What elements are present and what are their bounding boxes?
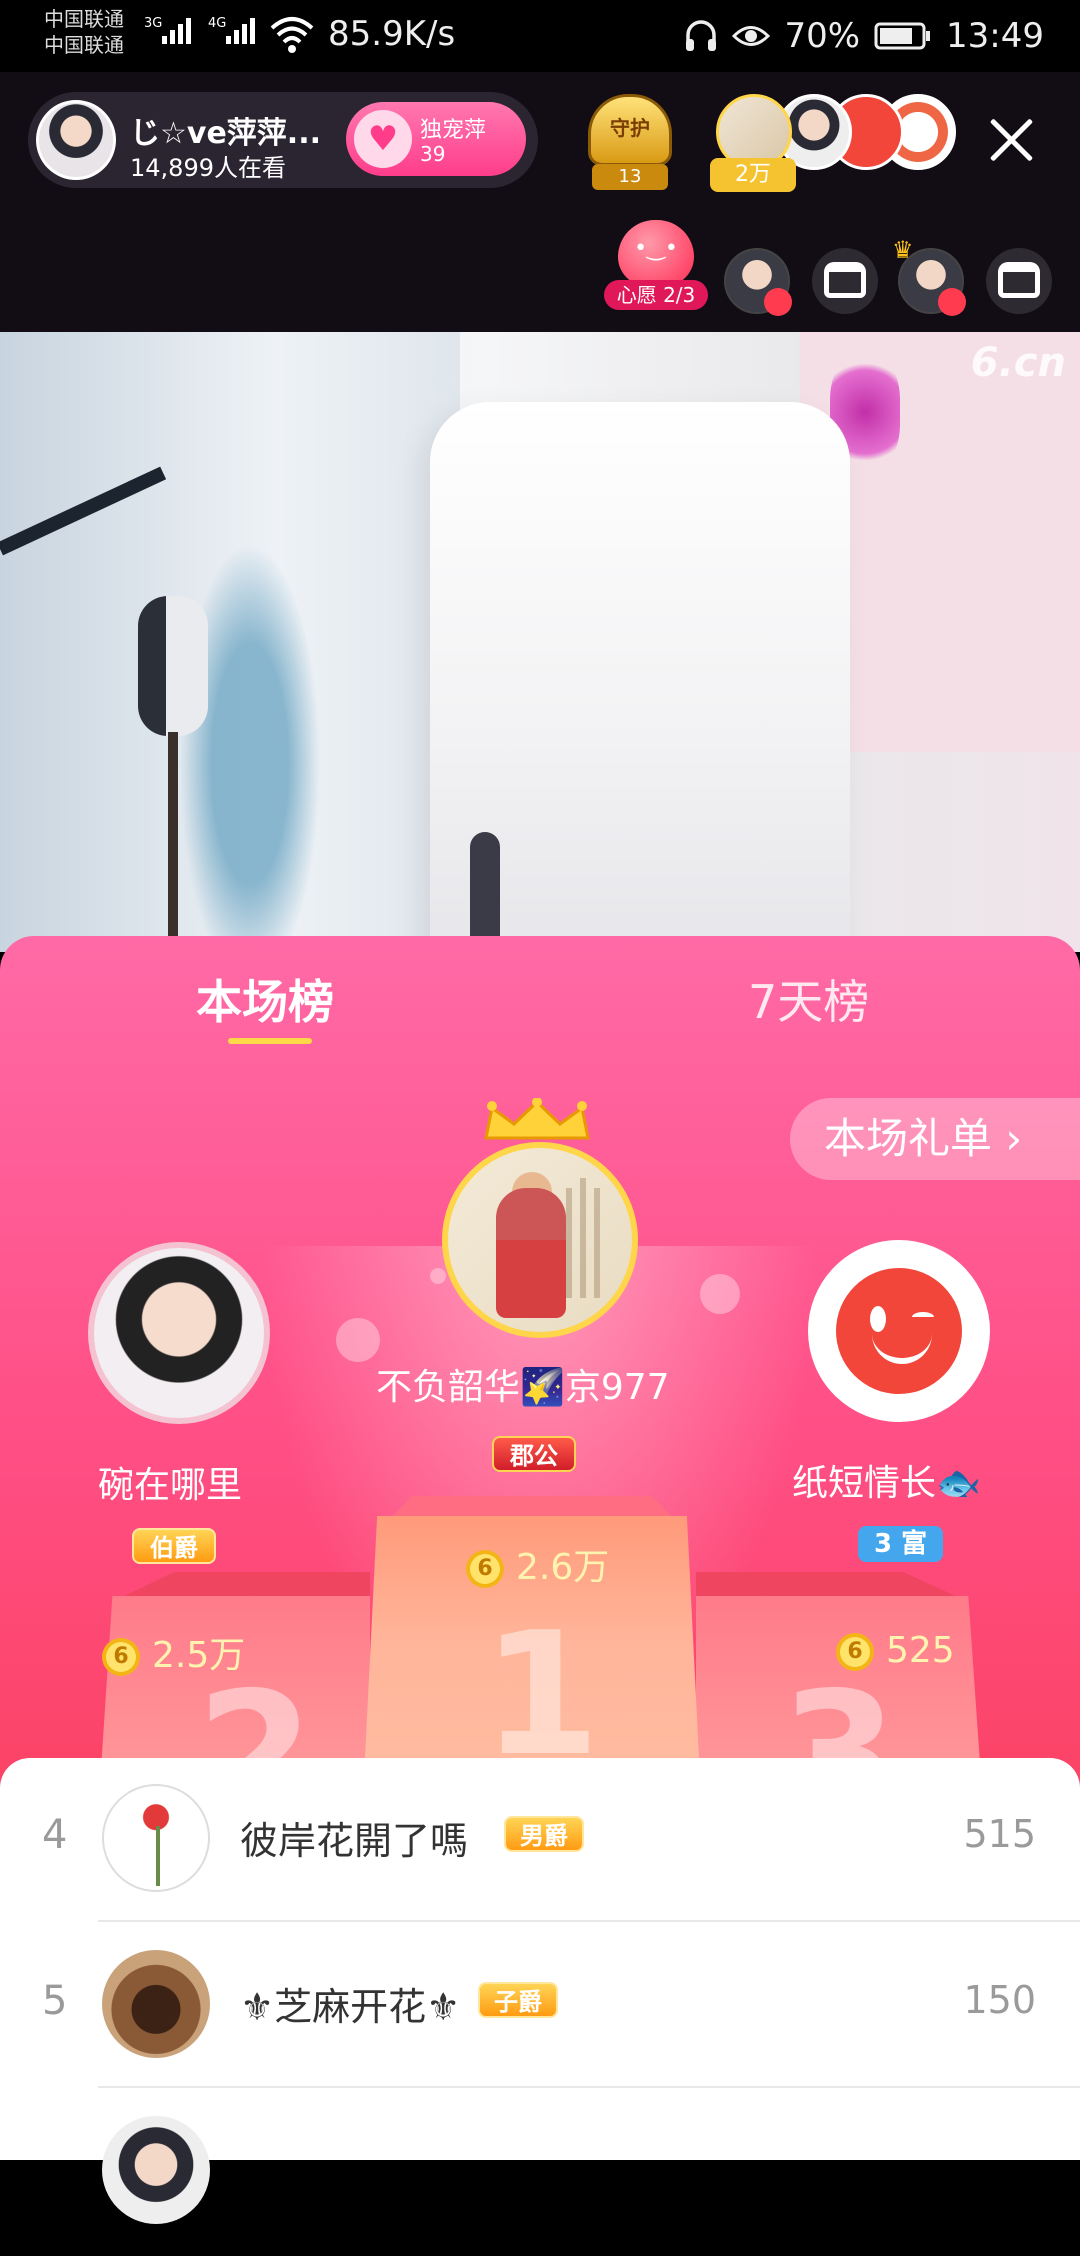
eye-comfort-icon bbox=[732, 26, 771, 46]
host-info-pill[interactable]: じ☆ve萍萍... 14,899人在看 ♥ 独宠萍 39 bbox=[28, 92, 538, 188]
coin-icon: 6 bbox=[102, 1638, 140, 1676]
carrier-labels: 中国联通 中国联通 bbox=[44, 6, 124, 58]
rank-3-avatar[interactable] bbox=[808, 1240, 990, 1422]
gift-list-button[interactable]: 本场礼单 › bbox=[790, 1098, 1080, 1180]
fan-club-label: 独宠萍 bbox=[420, 118, 487, 143]
crown-icon: ♛ bbox=[892, 236, 914, 264]
list-rank: 5 bbox=[42, 1978, 68, 2024]
list-avatar[interactable] bbox=[102, 2116, 210, 2224]
list-name: ⚜芝麻开花⚜ bbox=[240, 1985, 461, 2029]
rank-1-title-badge: 郡公 bbox=[492, 1436, 576, 1472]
fan-club-count: 39 bbox=[420, 142, 446, 166]
rank-2-title-badge: 伯爵 bbox=[132, 1528, 216, 1564]
rank-3-score: 6 525 bbox=[836, 1630, 955, 1671]
crown-icon bbox=[482, 1098, 592, 1142]
list-item[interactable]: 5 ⚜芝麻开花⚜ 子爵 150 bbox=[0, 1924, 1080, 2090]
fan-club-button[interactable]: ♥ 独宠萍 39 bbox=[346, 102, 526, 176]
heart-wings-icon: ♥ bbox=[354, 110, 412, 168]
list-avatar[interactable] bbox=[102, 1950, 210, 2058]
coin-icon: 6 bbox=[466, 1550, 504, 1588]
guard-label: 守护 bbox=[610, 116, 650, 140]
sofa-icon bbox=[824, 262, 866, 298]
rank-1-avatar[interactable] bbox=[442, 1142, 638, 1338]
list-score: 515 bbox=[963, 1812, 1036, 1856]
sparkle bbox=[700, 1274, 740, 1314]
list-score: 150 bbox=[963, 1978, 1036, 2022]
network-speed: 85.9K/s bbox=[328, 14, 456, 54]
wish-button[interactable]: •‿• 心愿 2/3 bbox=[604, 220, 708, 310]
battery-percent: 70% bbox=[784, 16, 861, 56]
list-title-badge: 子爵 bbox=[478, 1982, 558, 2018]
list-name: 彼岸花開了嗎 bbox=[240, 1819, 469, 1863]
network-type-1: 3G bbox=[144, 16, 163, 31]
rank-2-score: 6 2.5万 bbox=[102, 1626, 245, 1678]
carrier-2: 中国联通 bbox=[44, 33, 124, 57]
coin-icon: 6 bbox=[836, 1633, 874, 1671]
wink-face-icon bbox=[836, 1268, 962, 1394]
mic-seat-empty[interactable] bbox=[812, 248, 878, 314]
tab-seven-days[interactable]: 7天榜 bbox=[748, 966, 869, 1032]
live-room-header: じ☆ve萍萍... 14,899人在看 ♥ 独宠萍 39 守护 13 2万 •‿… bbox=[0, 72, 1080, 332]
active-tab-indicator bbox=[228, 1038, 312, 1044]
divider bbox=[98, 2086, 1080, 2088]
status-bar: 中国联通 中国联通 3G 4G 85.9K/s 70% 13:49 bbox=[0, 0, 1080, 72]
viewer-count: 14,899人在看 bbox=[130, 154, 286, 182]
list-item-partial[interactable] bbox=[0, 2090, 1080, 2256]
clock: 13:49 bbox=[946, 16, 1044, 56]
guard-badge[interactable]: 守护 13 bbox=[580, 94, 680, 194]
network-type-2: 4G bbox=[208, 16, 227, 31]
watermark-logo: 6.cn bbox=[970, 340, 1066, 386]
microphone-icon bbox=[138, 596, 208, 736]
rank-2-score-value: 2.5万 bbox=[152, 1635, 246, 1676]
rank-3-wealth-badge: 3 富 bbox=[858, 1526, 944, 1562]
rank-3-score-value: 525 bbox=[886, 1630, 955, 1671]
rank-1-name: 不负韶华🌠京977 bbox=[376, 1367, 670, 1408]
status-right: 70% 13:49 bbox=[684, 12, 1044, 60]
rank-2-name: 碗在哪里 bbox=[98, 1465, 243, 1506]
heart-face-icon: •‿• bbox=[634, 236, 678, 261]
host-avatar[interactable] bbox=[36, 100, 116, 180]
mic-stem bbox=[168, 732, 178, 952]
close-icon[interactable] bbox=[984, 112, 1038, 166]
mic-seat-empty[interactable] bbox=[986, 248, 1052, 314]
top-viewer-badge: 2万 bbox=[710, 158, 796, 192]
divider bbox=[98, 1920, 1080, 1922]
carrier-1: 中国联通 bbox=[44, 7, 124, 31]
rank-1-score: 6 2.6万 bbox=[466, 1538, 609, 1590]
battery-icon bbox=[874, 22, 931, 50]
sofa-icon bbox=[998, 262, 1040, 298]
list-item[interactable]: 4 彼岸花開了嗎 男爵 515 bbox=[0, 1758, 1080, 1924]
wifi-icon bbox=[270, 17, 314, 53]
rank-2-avatar[interactable] bbox=[88, 1242, 270, 1424]
sofa-mini-icon bbox=[764, 288, 792, 316]
sparkle bbox=[336, 1318, 380, 1362]
top-viewers[interactable]: 2万 bbox=[710, 94, 956, 194]
list-avatar[interactable] bbox=[102, 1784, 210, 1892]
mic-seat-occupied[interactable] bbox=[724, 248, 792, 316]
rank-1-score-value: 2.6万 bbox=[516, 1547, 610, 1588]
sparkle bbox=[430, 1268, 446, 1284]
sofa-mini-icon bbox=[938, 288, 966, 316]
live-video[interactable]: 6.cn bbox=[0, 332, 1080, 952]
rank-3-name: 纸短情长🐟 bbox=[792, 1463, 981, 1504]
guard-count: 13 bbox=[592, 164, 668, 190]
mic-seat-occupied[interactable]: ♛ bbox=[892, 236, 966, 316]
tab-this-session[interactable]: 本场榜 bbox=[196, 966, 334, 1032]
ranking-list[interactable]: 4 彼岸花開了嗎 男爵 515 5 ⚜芝麻开花⚜ 子爵 150 bbox=[0, 1758, 1080, 2224]
host-name: じ☆ve萍萍... bbox=[130, 116, 321, 151]
headphones-icon bbox=[686, 20, 717, 51]
list-title-badge: 男爵 bbox=[504, 1816, 584, 1852]
wish-progress-label: 心愿 2/3 bbox=[604, 280, 708, 310]
list-rank: 4 bbox=[42, 1812, 68, 1858]
video-cable bbox=[470, 832, 500, 952]
